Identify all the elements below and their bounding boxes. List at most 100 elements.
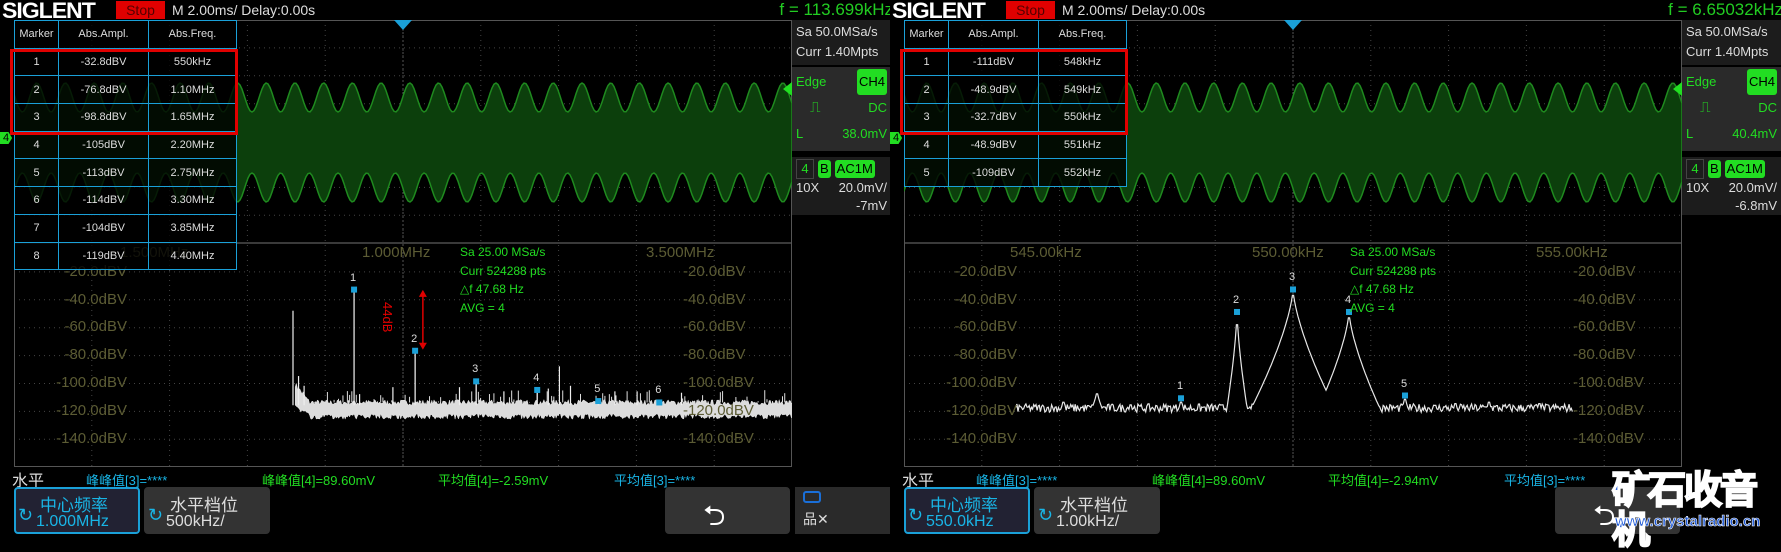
fft-info: AVG = 4 [460, 300, 505, 315]
db-axis-label-left: -140.0dBV [56, 429, 127, 447]
marker-point [1402, 392, 1408, 399]
acquisition-panel[interactable]: Sa 50.0MSa/s Curr 1.40Mpts [792, 20, 891, 65]
trigger-level-label: L [796, 126, 804, 141]
fft-info: Sa 25.00 MSa/s [1350, 245, 1436, 259]
db-axis-label-right: -20.0dBV [1573, 262, 1636, 280]
marker-label: 5 [594, 383, 601, 396]
acquisition-panel[interactable]: Sa 50.0MSa/s Curr 1.40Mpts [1682, 20, 1781, 65]
marker-point [595, 398, 602, 405]
trigger-source: CH4 [1746, 69, 1777, 95]
channel-panel[interactable]: 4 B AC1M 10X 20.0mV/-6.8mV [1682, 157, 1781, 215]
trigger-level-label: L [1686, 126, 1694, 141]
table-row[interactable]: 5 -113dBV 2.75MHz [14, 158, 237, 188]
marker-point [534, 386, 541, 393]
column-header: Abs.Ampl. [58, 20, 149, 49]
db-axis-label-left: -20.0dBV [954, 262, 1017, 280]
column-header: Abs.Freq. [1038, 20, 1127, 49]
rotate-knob-icon: ↻ [1038, 505, 1054, 525]
vertical-scale: 20.0mV/ [838, 180, 887, 195]
channel-panel[interactable]: 4 B AC1M 10X 20.0mV/ -7mV [792, 157, 891, 215]
table-cell: 2.75MHz [148, 158, 237, 188]
scope-screen: SIGLENT Stop M 2.00ms/ Delay:0.00s f = 113.… [0, 0, 891, 534]
channel-row: 4 B AC1M [796, 159, 887, 179]
table-row[interactable]: 8 -119dBV 4.40MHz [14, 241, 237, 271]
rotate-knob-icon: ↻ [148, 505, 164, 525]
trigger-position-icon [394, 20, 412, 30]
trigger-type: Edge [796, 74, 827, 89]
softkey-center-frequency[interactable]: ↻ 中心频率 1.000MHz [14, 487, 140, 534]
siglent-logo: SIGLENT [892, 0, 986, 23]
trigger-panel[interactable]: Edge CH4 ⎍ DC L 38.0mV [792, 67, 891, 151]
table-cell: 4 [14, 130, 59, 160]
run-stop-button[interactable]: Stop [116, 1, 165, 19]
column-header: Abs.Ampl. [948, 20, 1039, 49]
frequency-counter: f = 6.65032kHz [1668, 0, 1781, 19]
table-cell: -119dBV [58, 241, 149, 271]
sample-rate: Sa 50.0MSa/s [796, 24, 878, 39]
table-cell: 5 [14, 158, 59, 188]
marker-point [412, 347, 419, 354]
marker-point [656, 399, 663, 406]
timebase-readout[interactable]: M 2.00ms/ Delay:0.00s [172, 2, 315, 18]
marker-label: 6 [655, 384, 662, 397]
db-axis-label-left: -40.0dBV [954, 290, 1017, 308]
bandwidth-limit-badge: B [818, 160, 831, 178]
measurement-readout: 峰峰值[4]=89.60mV [1152, 473, 1266, 488]
db-axis-label-right: -80.0dBV [1573, 346, 1636, 364]
db-axis-label-right: -40.0dBV [1573, 290, 1636, 308]
softkey-center-frequency[interactable]: ↻ 中心频率 550.0kHz [904, 487, 1030, 534]
marker-label: 2 [411, 332, 418, 345]
fft-info: Curr 524288 pts [460, 263, 547, 278]
db-axis-label-left: -60.0dBV [64, 318, 127, 336]
rising-edge-icon: ⎍ [810, 99, 821, 116]
back-button[interactable]: ⮌ [665, 487, 790, 534]
table-cell: 4.40MHz [148, 241, 237, 271]
db-axis-label-left: -120.0dBV [56, 401, 127, 419]
siglent-logo: SIGLENT [2, 0, 96, 23]
fft-info: △f 47.68 Hz [460, 282, 524, 296]
trigger-row: ⎍ DC [796, 95, 887, 121]
softkey-horizontal-scale[interactable]: ↻ 水平档位 500kHz/ [144, 487, 270, 534]
timebase-readout[interactable]: M 2.00ms/ Delay:0.00s [1062, 2, 1205, 18]
annotation-44db: 44dB [380, 302, 395, 333]
probe-attenuation: 10X [796, 180, 820, 195]
fft-info: △f 47.68 Hz [1350, 282, 1414, 296]
table-cell: -114dBV [58, 186, 149, 215]
marker-label: 4 [533, 371, 540, 384]
table-cell: 3.85MHz [148, 213, 237, 243]
trigger-panel[interactable]: Edge CH4 ⎍ DC L 40.4mV [1682, 67, 1781, 151]
rotate-knob-icon: ↻ [908, 505, 924, 525]
table-row[interactable]: 6 -114dBV 3.30MHz [14, 186, 237, 215]
channel-offset: -7mV [855, 198, 887, 213]
marker-point [351, 286, 358, 293]
table-cell: 5 [904, 158, 949, 188]
marker-label: 5 [1401, 377, 1408, 390]
channel-row: 4 B AC1M [1686, 159, 1777, 179]
db-axis-label-right: -140.0dBV [683, 429, 754, 447]
table-cell: 551kHz [1038, 130, 1127, 160]
table-row[interactable]: 4 -105dBV 2.20MHz [14, 130, 237, 160]
table-row[interactable]: 7 -104dBV 3.85MHz [14, 213, 237, 243]
db-axis-label-left: -120.0dBV [946, 401, 1017, 419]
marker-table-header: Marker Abs.Ampl. Abs.Freq. [904, 20, 1127, 49]
db-axis-label-left: -40.0dBV [64, 290, 127, 308]
fft-info: AVG = 4 [1350, 300, 1395, 315]
return-arrow-icon: ⮌ [703, 500, 726, 531]
highlight-box [10, 49, 238, 135]
softkey-value: 1.000MHz [36, 513, 109, 530]
run-stop-button[interactable]: Stop [1006, 1, 1055, 19]
softkey-horizontal-scale[interactable]: ↻ 水平档位 1.00kHz/ [1034, 487, 1160, 534]
table-cell: -109dBV [948, 158, 1039, 188]
trigger-position-icon [1284, 20, 1302, 30]
memory-depth: Curr 1.40Mpts [1686, 44, 1769, 59]
marker-point [1290, 286, 1296, 293]
table-row[interactable]: 5 -109dBV 552kHz [904, 158, 1127, 188]
measurement-readout: 峰峰值[4]=89.60mV [262, 473, 376, 488]
table-row[interactable]: 4 -48.9dBV 551kHz [904, 130, 1127, 160]
fft-info: Curr 524288 pts [1350, 263, 1437, 278]
db-axis-label-right: -100.0dBV [683, 374, 754, 391]
column-header: Marker [904, 20, 949, 49]
channel-coupling: AC1M [834, 160, 875, 178]
trigger-row: Edge CH4 [796, 69, 887, 95]
softkey-value: 500kHz/ [166, 513, 225, 530]
